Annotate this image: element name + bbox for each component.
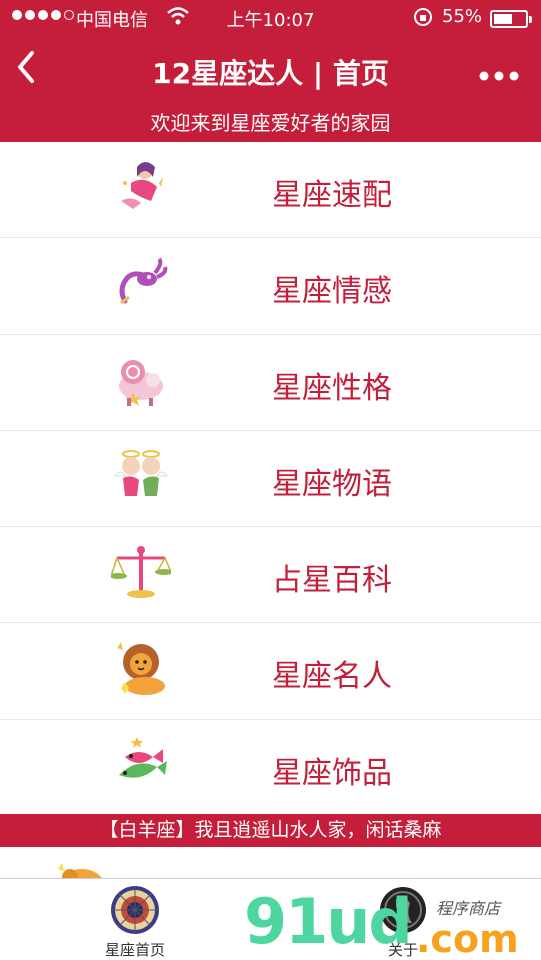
menu-label: 星座物语	[272, 466, 392, 502]
battery-percent: 55%	[442, 6, 483, 27]
menu-label: 星座速配	[272, 178, 392, 213]
watermark-domain: .com	[416, 917, 519, 960]
battery-icon	[490, 10, 532, 28]
gemini-twins-icon	[110, 445, 172, 507]
page-title: 12星座达人 | 首页	[152, 57, 389, 90]
more-dots-icon[interactable]	[479, 60, 519, 88]
nav-bar: 12星座达人 | 首页	[0, 36, 541, 106]
tab-label: 星座首页	[104, 941, 165, 959]
menu-item-celebrities[interactable]: 星座名人	[0, 623, 541, 720]
virgo-fairy-icon	[110, 156, 172, 218]
horoscope-quote: 【白羊座】我且逍遥山水人家，闲话桑麻	[0, 814, 541, 847]
menu-item-emotion[interactable]: 星座情感	[0, 238, 541, 335]
libra-scales-icon	[110, 541, 172, 603]
menu-item-matching[interactable]: 星座速配	[0, 142, 541, 239]
aries-icon	[52, 859, 112, 878]
menu-list: 星座速配 星座情感 星座性格 星座物语 占星百科 星座名人 星座饰品	[0, 142, 541, 817]
lion-icon	[110, 637, 172, 699]
scorpion-icon	[110, 252, 172, 314]
watermark: 91ud 程序商店 .com	[240, 885, 530, 960]
tab-home[interactable]: 星座首页	[90, 885, 180, 960]
menu-item-story[interactable]: 星座物语	[0, 430, 541, 528]
menu-item-personality[interactable]: 星座性格	[0, 334, 541, 431]
menu-item-accessories[interactable]: 星座饰品	[0, 719, 541, 817]
status-bar: 中国电信 上午10:07 55%	[0, 0, 541, 36]
menu-label: 占星百科	[272, 563, 392, 599]
welcome-banner: 欢迎来到星座爱好者的家园	[0, 106, 541, 142]
menu-label: 星座饰品	[272, 755, 392, 791]
rotation-lock-icon	[412, 6, 434, 33]
menu-item-encyclopedia[interactable]: 占星百科	[0, 527, 541, 624]
menu-label: 星座名人	[272, 659, 392, 695]
fish-icon	[110, 734, 172, 796]
menu-label: 星座性格	[272, 370, 392, 406]
watermark-shop: 程序商店	[436, 899, 501, 918]
menu-label: 星座情感	[272, 274, 392, 310]
partial-list-item[interactable]	[0, 847, 541, 878]
watermark-brand: 91ud	[244, 885, 413, 958]
ram-icon	[110, 349, 172, 411]
zodiac-wheel-icon	[110, 885, 160, 935]
